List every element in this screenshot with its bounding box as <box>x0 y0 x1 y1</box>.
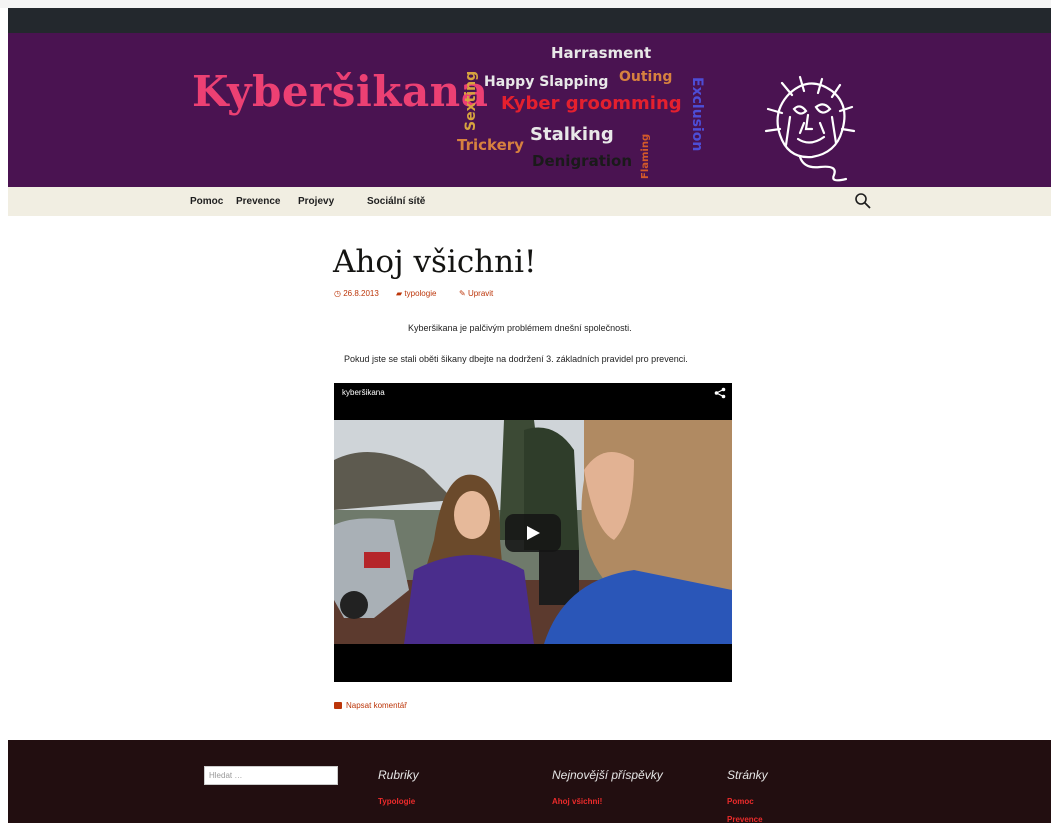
video-title[interactable]: kyberšikana <box>342 388 385 397</box>
widget-title-stranky: Stránky <box>727 768 768 782</box>
post-edit[interactable]: ✎ Upravit <box>459 289 493 298</box>
video-player[interactable]: kyberšikana <box>334 383 732 682</box>
post-title[interactable]: Ahoj všichni! <box>333 244 536 280</box>
post-category[interactable]: ▰ typologie <box>396 289 436 298</box>
site-footer: Rubriky Typologie Nejnovější příspěvky A… <box>8 740 1051 824</box>
post-paragraph-1: Kyberšikana je palčivým problémem dnešní… <box>408 323 632 333</box>
footer-search-input[interactable] <box>204 766 338 785</box>
widget-link-ahoj-vsichni[interactable]: Ahoj všichni! <box>552 797 602 806</box>
nav-item-socialni-site[interactable]: Sociální sítě <box>367 196 425 207</box>
site-header: Kyberšikana Harrasment Happy Slapping Ou… <box>8 33 1051 187</box>
word-happy-slapping: Happy Slapping <box>484 74 609 90</box>
post-date-text[interactable]: 26.8.2013 <box>343 289 379 298</box>
nav-item-prevence[interactable]: Prevence <box>236 196 280 207</box>
browser-top-gap <box>0 0 1051 8</box>
comment-link-label[interactable]: Napsat komentář <box>346 701 407 710</box>
word-outing: Outing <box>619 69 673 85</box>
post-date[interactable]: ◷ 26.8.2013 <box>334 289 379 298</box>
sketch-logo-art <box>764 75 856 182</box>
post-paragraph-2: Pokud jste se stali oběti šikany dbejte … <box>344 354 688 364</box>
search-icon[interactable] <box>854 192 872 210</box>
admin-bar <box>8 8 1051 33</box>
site-title[interactable]: Kyberšikana <box>192 67 488 116</box>
word-exclusion: Exclusion <box>689 77 705 152</box>
word-trickery: Trickery <box>457 136 524 154</box>
widget-title-rubriky: Rubriky <box>378 768 419 782</box>
word-stalking: Stalking <box>530 124 614 145</box>
share-icon[interactable] <box>714 387 726 399</box>
word-denigration: Denigration <box>532 152 632 170</box>
widget-link-pomoc[interactable]: Pomoc <box>727 797 754 806</box>
word-flaming: Flaming <box>640 133 651 179</box>
play-button[interactable] <box>505 514 561 552</box>
word-kyber-groomming: Kyber groomming <box>501 93 682 114</box>
word-harrasment: Harrasment <box>551 44 652 62</box>
nav-item-pomoc[interactable]: Pomoc <box>190 196 223 207</box>
pencil-icon: ✎ <box>459 289 466 298</box>
comment-link[interactable]: Napsat komentář <box>334 701 407 710</box>
widget-title-nejnovejsi-prispevky: Nejnovější příspěvky <box>552 768 663 782</box>
word-sexting: Sexting <box>463 70 479 131</box>
clock-icon: ◷ <box>334 289 341 298</box>
post-category-link[interactable]: typologie <box>404 289 436 298</box>
nav-item-projevy[interactable]: Projevy <box>298 196 334 207</box>
comment-icon <box>334 702 342 709</box>
folder-icon: ▰ <box>396 289 403 298</box>
post-edit-link[interactable]: Upravit <box>468 289 493 298</box>
main-navigation: Pomoc Prevence Projevy Sociální sítě <box>8 187 1051 216</box>
widget-link-typologie[interactable]: Typologie <box>378 797 415 806</box>
